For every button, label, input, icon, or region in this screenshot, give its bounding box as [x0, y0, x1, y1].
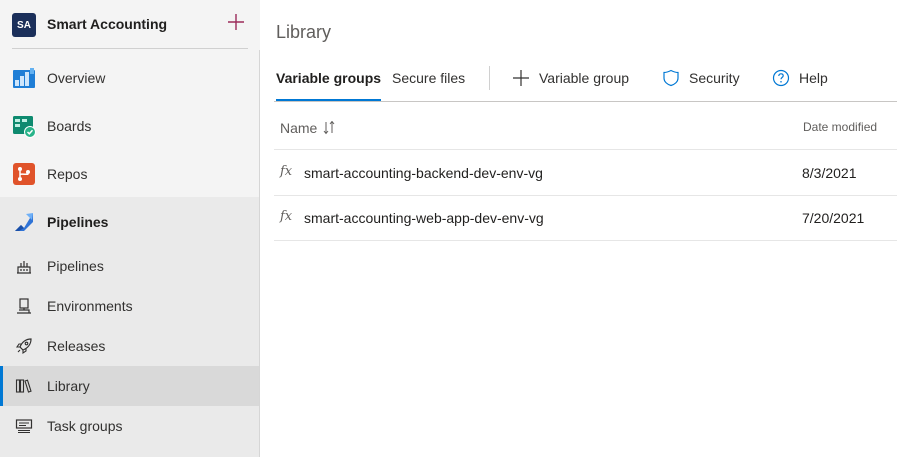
date-modified-value: 7/20/2021 — [802, 210, 865, 226]
fx-icon: fx — [280, 164, 293, 179]
tab-secure-files[interactable]: Secure files — [392, 62, 465, 102]
help-label: Help — [799, 70, 828, 86]
project-name[interactable]: Smart Accounting — [47, 16, 167, 32]
sort-icon[interactable] — [323, 120, 335, 135]
table-header: Name Date modified — [274, 102, 897, 150]
nav-top-section: Overview Boards Repos — [0, 50, 259, 197]
security-label: Security — [689, 70, 740, 86]
project-header: SA Smart Accounting — [0, 0, 260, 50]
column-header-name-label: Name — [280, 120, 318, 136]
sidebar-item-label: Library — [47, 378, 90, 394]
sidebar-item-pipelines[interactable]: Pipelines — [0, 246, 259, 286]
overview-icon — [12, 66, 36, 90]
environments-icon — [15, 297, 33, 315]
variable-group-name[interactable]: smart-accounting-backend-dev-env-vg — [304, 165, 543, 181]
sidebar-item-label: Task groups — [47, 418, 123, 434]
divider — [12, 48, 248, 49]
shield-icon — [662, 69, 680, 87]
divider — [489, 66, 490, 90]
library-icon — [15, 377, 33, 395]
add-icon[interactable] — [226, 12, 246, 32]
pipelines-icon — [12, 210, 36, 234]
rocket-icon — [15, 337, 33, 355]
nav-item-pipelines[interactable]: Pipelines — [0, 202, 259, 242]
sidebar-item-label: Releases — [47, 338, 106, 354]
nav-label-pipelines: Pipelines — [47, 214, 109, 230]
sidebar-item-label: Pipelines — [47, 258, 104, 274]
pipelines-list-icon — [15, 257, 33, 275]
task-groups-icon — [15, 417, 33, 435]
nav-item-boards[interactable]: Boards — [0, 106, 259, 146]
add-variable-group-label: Variable group — [539, 70, 630, 86]
security-button[interactable]: Security — [662, 62, 740, 94]
repos-icon — [12, 162, 36, 186]
help-icon — [772, 69, 790, 87]
variable-group-name[interactable]: smart-accounting-web-app-dev-env-vg — [304, 210, 544, 226]
table-row[interactable]: fx smart-accounting-backend-dev-env-vg 8… — [274, 151, 897, 196]
nav-item-overview[interactable]: Overview — [0, 58, 259, 98]
project-avatar[interactable]: SA — [12, 13, 36, 37]
tab-variable-groups[interactable]: Variable groups — [276, 62, 382, 102]
sidebar-item-label: Environments — [47, 298, 133, 314]
page-title: Library — [276, 22, 332, 42]
sidebar-item-task-groups[interactable]: Task groups — [0, 406, 259, 446]
boards-icon — [12, 114, 36, 138]
column-header-date-modified[interactable]: Date modified — [803, 120, 877, 134]
plus-icon — [512, 69, 530, 87]
add-variable-group-button[interactable]: Variable group — [512, 62, 629, 94]
table-row[interactable]: fx smart-accounting-web-app-dev-env-vg 7… — [274, 196, 897, 241]
help-button[interactable]: Help — [772, 62, 828, 94]
fx-icon: fx — [280, 209, 293, 224]
left-navigation: SA Smart Accounting Overview Boards Repo… — [0, 0, 260, 457]
nav-item-repos[interactable]: Repos — [0, 154, 259, 194]
tab-bar: Variable groups Secure files Variable gr… — [276, 62, 896, 102]
main-content: Library Variable groups Secure files Var… — [260, 0, 897, 457]
column-header-name[interactable]: Name — [280, 120, 335, 136]
nav-label-overview: Overview — [47, 70, 106, 86]
date-modified-value: 8/3/2021 — [802, 165, 857, 181]
sidebar-item-library[interactable]: Library — [0, 366, 259, 406]
nav-label-boards: Boards — [47, 118, 92, 134]
nav-label-repos: Repos — [47, 166, 88, 182]
sidebar-item-environments[interactable]: Environments — [0, 286, 259, 326]
sidebar-item-releases[interactable]: Releases — [0, 326, 259, 366]
